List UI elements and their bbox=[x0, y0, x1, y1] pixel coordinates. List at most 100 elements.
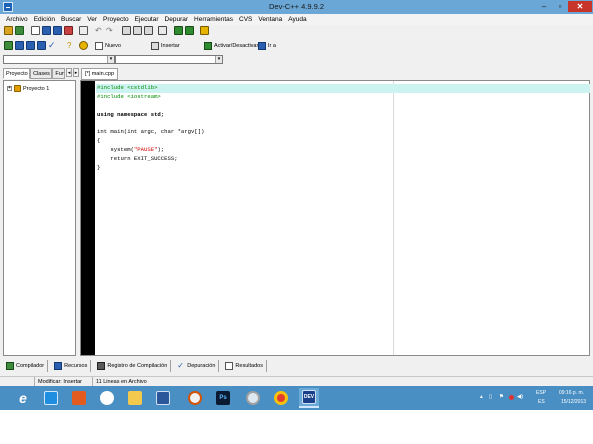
run-icon[interactable] bbox=[15, 41, 24, 50]
code-line[interactable]: system("PAUSE"); bbox=[96, 146, 590, 155]
class-combo[interactable]: ▾ bbox=[3, 55, 115, 64]
chrome-icon[interactable] bbox=[271, 388, 291, 408]
menu-edicion[interactable]: Edición bbox=[31, 14, 58, 25]
replace-icon[interactable] bbox=[133, 26, 142, 35]
close-file-icon[interactable] bbox=[64, 26, 73, 35]
office-icon[interactable] bbox=[69, 388, 89, 408]
class-browser-icon[interactable] bbox=[15, 26, 24, 35]
tab-funciones[interactable]: Funcio bbox=[52, 68, 66, 79]
code-line[interactable]: #include <cstdlib> bbox=[96, 84, 590, 93]
open-project-icon[interactable] bbox=[4, 26, 13, 35]
help-icon[interactable] bbox=[200, 26, 209, 35]
chevron-down-icon[interactable]: ▾ bbox=[215, 56, 222, 63]
menu-cvs[interactable]: CVS bbox=[236, 14, 255, 25]
goto-bookmark-button[interactable]: Ir a bbox=[258, 40, 276, 51]
compile-run-icon[interactable] bbox=[26, 41, 35, 50]
slides-icon[interactable] bbox=[185, 388, 205, 408]
save-icon[interactable] bbox=[42, 26, 51, 35]
menu-archivo[interactable]: Archivo bbox=[3, 14, 31, 25]
menu-ver[interactable]: Ver bbox=[84, 14, 100, 25]
forward-icon[interactable] bbox=[185, 26, 194, 35]
menu-proyecto[interactable]: Proyecto bbox=[100, 14, 132, 25]
store-icon[interactable] bbox=[41, 388, 61, 408]
tab-clases[interactable]: Clases bbox=[30, 68, 53, 79]
tab-compilador[interactable]: Compilador bbox=[3, 360, 49, 372]
menu-ejecutar[interactable]: Ejecutar bbox=[132, 14, 162, 25]
clock-time[interactable]: 09:16 p. m. bbox=[559, 390, 584, 396]
folder-icon[interactable] bbox=[125, 388, 145, 408]
back-icon[interactable] bbox=[174, 26, 183, 35]
tab-resultados[interactable]: Resultados bbox=[222, 360, 267, 372]
disc-icon[interactable] bbox=[243, 388, 263, 408]
tab-depuracion[interactable]: ✓ Depuración bbox=[174, 360, 220, 372]
code-text: return EXIT_SUCCESS; bbox=[97, 155, 178, 163]
expand-icon[interactable]: + bbox=[7, 86, 12, 91]
photoshop-icon[interactable]: Ps bbox=[213, 388, 233, 408]
minimize-button[interactable]: – bbox=[536, 1, 552, 12]
code-line[interactable]: #include <iostream> bbox=[96, 93, 590, 102]
tab-proyecto[interactable]: Proyecto bbox=[3, 68, 31, 79]
code-line[interactable]: using namespace std; bbox=[96, 111, 590, 120]
tab-recursos[interactable]: Recursos bbox=[51, 360, 92, 372]
chevron-right-icon[interactable]: ▸ bbox=[73, 68, 79, 77]
maximize-button[interactable]: ▫ bbox=[552, 1, 568, 12]
menu-buscar[interactable]: Buscar bbox=[58, 14, 84, 25]
editor-gutter[interactable] bbox=[81, 81, 95, 355]
menu-ventana[interactable]: Ventana bbox=[255, 14, 285, 25]
chevron-left-icon[interactable]: ◂ bbox=[66, 68, 73, 77]
print-icon[interactable] bbox=[79, 26, 88, 35]
devcpp-icon[interactable]: DEV bbox=[299, 388, 319, 408]
code-area[interactable]: #include <cstdlib> #include <iostream> usi… bbox=[96, 84, 590, 173]
goto-line-icon[interactable] bbox=[158, 26, 167, 35]
left-panel-tabs: Proyecto Clases Funcio ◂ ▸ bbox=[3, 68, 79, 80]
code-text: using namespace std; bbox=[97, 110, 165, 118]
code-text: ); bbox=[157, 146, 165, 154]
rebuild-icon[interactable] bbox=[37, 41, 46, 50]
project-icon bbox=[14, 85, 21, 92]
docs-icon[interactable] bbox=[153, 388, 173, 408]
devcpp-window: Dev-C++ 4.9.9.2 – ▫ ✕ Archivo Edición Bu… bbox=[0, 0, 593, 388]
code-line[interactable]: } bbox=[96, 164, 590, 173]
new-button[interactable]: Nuevo bbox=[95, 40, 121, 51]
find-icon[interactable] bbox=[122, 26, 131, 35]
project-tree: + Proyecto 1 bbox=[3, 80, 76, 356]
code-editor[interactable]: #include <cstdlib> #include <iostream> usi… bbox=[80, 80, 590, 356]
tree-node-project[interactable]: + Proyecto 1 bbox=[7, 85, 49, 92]
debug-icon[interactable]: ? bbox=[67, 41, 76, 50]
string-literal: "PAUSE" bbox=[133, 146, 158, 154]
options-icon[interactable] bbox=[79, 41, 88, 50]
menu-ayuda[interactable]: Ayuda bbox=[285, 14, 309, 25]
undo-icon[interactable]: ↶ bbox=[95, 26, 104, 35]
menu-depurar[interactable]: Depurar bbox=[162, 14, 191, 25]
check-icon[interactable]: ✓ bbox=[48, 41, 57, 50]
code-line[interactable]: int main(int argc, char *argv[]) bbox=[96, 128, 590, 137]
chevron-down-icon[interactable]: ▾ bbox=[107, 56, 114, 63]
volume-icon[interactable]: ◀) bbox=[517, 394, 523, 400]
media-icon[interactable] bbox=[97, 388, 117, 408]
tab-main-cpp[interactable]: [*] main.cpp bbox=[81, 68, 119, 80]
code-line[interactable]: { bbox=[96, 137, 590, 146]
toggle-bookmark-button[interactable]: Activar/Desactivar bbox=[204, 40, 258, 51]
alert-icon[interactable] bbox=[509, 395, 514, 400]
ie-icon[interactable]: e bbox=[13, 388, 33, 408]
network-icon[interactable]: ▯ bbox=[489, 394, 492, 400]
compile-icon[interactable] bbox=[4, 41, 13, 50]
insert-button[interactable]: Insertar bbox=[151, 40, 180, 51]
close-button[interactable]: ✕ bbox=[568, 1, 592, 12]
code-line[interactable] bbox=[96, 102, 590, 111]
store-glyph bbox=[44, 391, 58, 405]
clock-date[interactable]: 15/12/2013 bbox=[561, 399, 586, 405]
tab-registro[interactable]: Registro de Compilación bbox=[94, 360, 172, 372]
code-line[interactable] bbox=[96, 120, 590, 129]
tray-arrow-icon[interactable]: ▴ bbox=[480, 394, 483, 400]
new-file-icon[interactable] bbox=[31, 26, 40, 35]
menu-herramientas[interactable]: Herramientas bbox=[191, 14, 236, 25]
language-bottom[interactable]: ES bbox=[538, 399, 545, 405]
flag-icon[interactable]: ⚑ bbox=[499, 394, 504, 400]
find-next-icon[interactable] bbox=[144, 26, 153, 35]
language-top[interactable]: ESP bbox=[536, 390, 546, 396]
member-combo[interactable]: ▾ bbox=[115, 55, 223, 64]
code-line[interactable]: return EXIT_SUCCESS; bbox=[96, 155, 590, 164]
save-all-icon[interactable] bbox=[53, 26, 62, 35]
redo-icon[interactable]: ↷ bbox=[106, 26, 115, 35]
